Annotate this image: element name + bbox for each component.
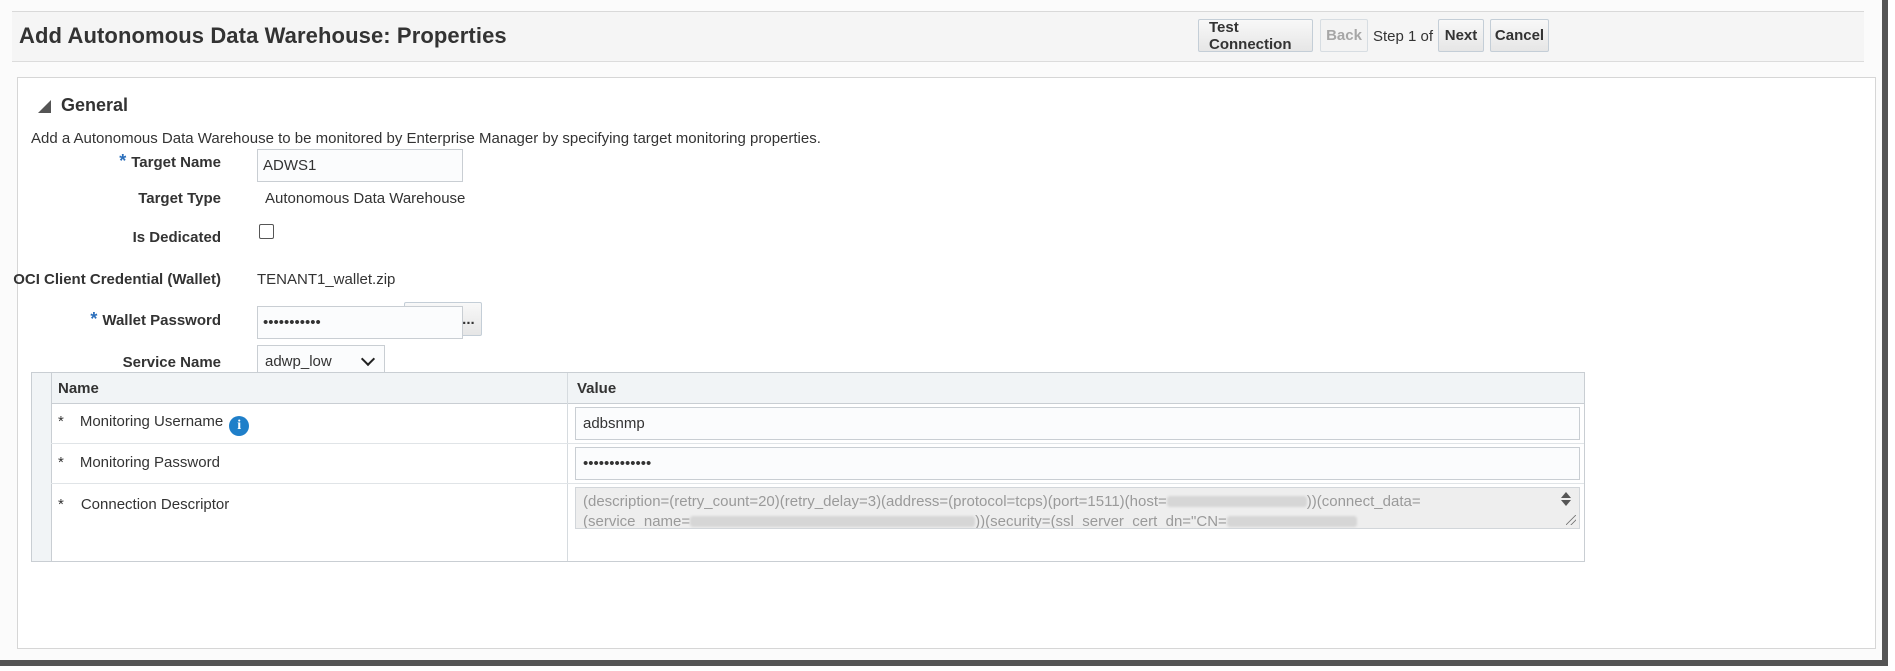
chevron-down-icon [360,351,376,367]
connection-descriptor-textarea[interactable]: (description=(retry_count=20)(retry_dela… [575,487,1580,529]
monitoring-username-label: * Monitoring Username i [58,413,250,436]
table-header [32,373,1584,404]
section-title: General [61,95,129,115]
back-button[interactable]: Back [1320,19,1368,52]
required-marker: * [90,309,98,329]
wallet-password-input[interactable] [257,306,463,339]
page-title: Add Autonomous Data Warehouse: Propertie… [19,23,507,48]
section-description: Add a Autonomous Data Warehouse to be mo… [31,130,821,147]
service-name-value: adwp_low [265,353,332,370]
properties-table: Name Value * Monitoring Username i adbsnmp… [31,372,1585,562]
redacted-service-name [690,516,976,527]
monitoring-username-input[interactable]: adbsnmp [575,407,1580,440]
wallet-file-name: TENANT1_wallet.zip [257,271,396,288]
collapse-triangle-icon[interactable] [38,100,51,113]
service-name-label: Service Name [122,354,221,371]
step-indicator: Step 1 of 2 [1373,28,1446,45]
target-type-value: Autonomous Data Warehouse [265,190,466,207]
wallet-password-label: * Wallet Password [90,309,221,329]
next-button[interactable]: Next [1438,19,1484,52]
target-type-label: Target Type [138,190,221,207]
row-selector-gutter [32,373,52,561]
descriptor-line-2: (service_name=))(security=(ssl_server_ce… [583,512,1555,528]
column-header-value: Value [577,380,617,397]
column-header-name: Name [58,380,99,397]
redacted-cert-dn [1226,516,1357,527]
scroll-up-icon[interactable] [1561,492,1571,498]
page-header: Add Autonomous Data Warehouse: Propertie… [12,12,1864,62]
app-window: Add Autonomous Data Warehouse: Propertie… [0,0,1888,666]
target-name-input[interactable] [257,149,463,182]
scroll-down-icon[interactable] [1561,500,1571,506]
monitoring-password-input[interactable]: ••••••••••••• [575,447,1580,480]
descriptor-line-1: (description=(retry_count=20)(retry_dela… [583,493,1421,510]
is-dedicated-checkbox[interactable] [259,224,274,239]
is-dedicated-label: Is Dedicated [132,229,221,246]
connection-descriptor-label: * Connection Descriptor [58,496,230,513]
wallet-label: OCI Client Credential (Wallet) [13,271,221,288]
test-connection-button[interactable]: Test Connection [1198,19,1313,53]
info-icon[interactable]: i [229,416,250,436]
cancel-button[interactable]: Cancel [1490,19,1549,52]
resize-grip-icon[interactable] [1566,515,1576,525]
redacted-host [1166,496,1307,507]
monitoring-password-label: * Monitoring Password [58,454,220,471]
required-marker: * [119,151,127,171]
target-name-label: * Target Name [119,151,221,171]
general-panel: General Add a Autonomous Data Warehouse … [13,77,1876,649]
